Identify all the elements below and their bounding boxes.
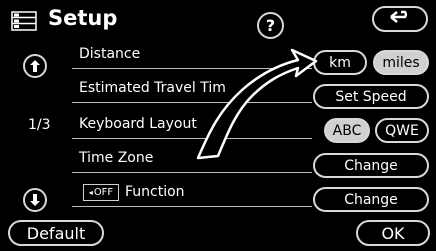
- set-speed-button[interactable]: Set Speed: [313, 84, 429, 109]
- km-option-button[interactable]: km: [313, 50, 367, 75]
- miles-option-button[interactable]: miles: [373, 50, 429, 75]
- distance-label: Distance: [79, 46, 141, 62]
- qwe-label: QWE: [385, 122, 419, 139]
- scroll-down-icon: [30, 194, 40, 206]
- back-button[interactable]: [372, 6, 428, 32]
- default-button[interactable]: Default: [8, 220, 104, 246]
- off-badge-label: OFF: [93, 187, 114, 198]
- help-button[interactable]: ?: [257, 12, 284, 39]
- scroll-up-icon: [30, 60, 40, 72]
- km-label: km: [329, 54, 351, 71]
- curved-arrow-icon: [196, 48, 318, 160]
- row-divider: [72, 206, 312, 207]
- time-zone-change-label: Change: [344, 157, 398, 174]
- function-label: Function: [125, 184, 185, 200]
- row-divider: [72, 172, 312, 173]
- off-badge: ◂ OFF: [83, 184, 119, 201]
- ok-button[interactable]: OK: [356, 220, 430, 246]
- help-label: ?: [265, 16, 276, 35]
- time-zone-change-button[interactable]: Change: [313, 153, 429, 178]
- scroll-up-button[interactable]: [23, 54, 47, 78]
- function-change-button[interactable]: Change: [313, 187, 429, 212]
- abc-layout-button[interactable]: ABC: [324, 118, 370, 143]
- function-change-label: Change: [344, 191, 398, 208]
- abc-label: ABC: [332, 122, 362, 139]
- menu-list-icon: [11, 11, 37, 31]
- miles-label: miles: [382, 54, 420, 71]
- time-zone-label: Time Zone: [79, 150, 154, 166]
- scroll-down-button[interactable]: [23, 188, 47, 212]
- set-speed-label: Set Speed: [335, 88, 407, 105]
- qwe-layout-button[interactable]: QWE: [375, 118, 429, 143]
- page-title: Setup: [48, 6, 118, 30]
- speaker-icon: ◂: [88, 188, 93, 197]
- ok-label: OK: [381, 223, 405, 243]
- return-arrow-icon: [387, 10, 413, 28]
- default-label: Default: [26, 223, 86, 243]
- page-indicator: 1/3: [28, 117, 51, 133]
